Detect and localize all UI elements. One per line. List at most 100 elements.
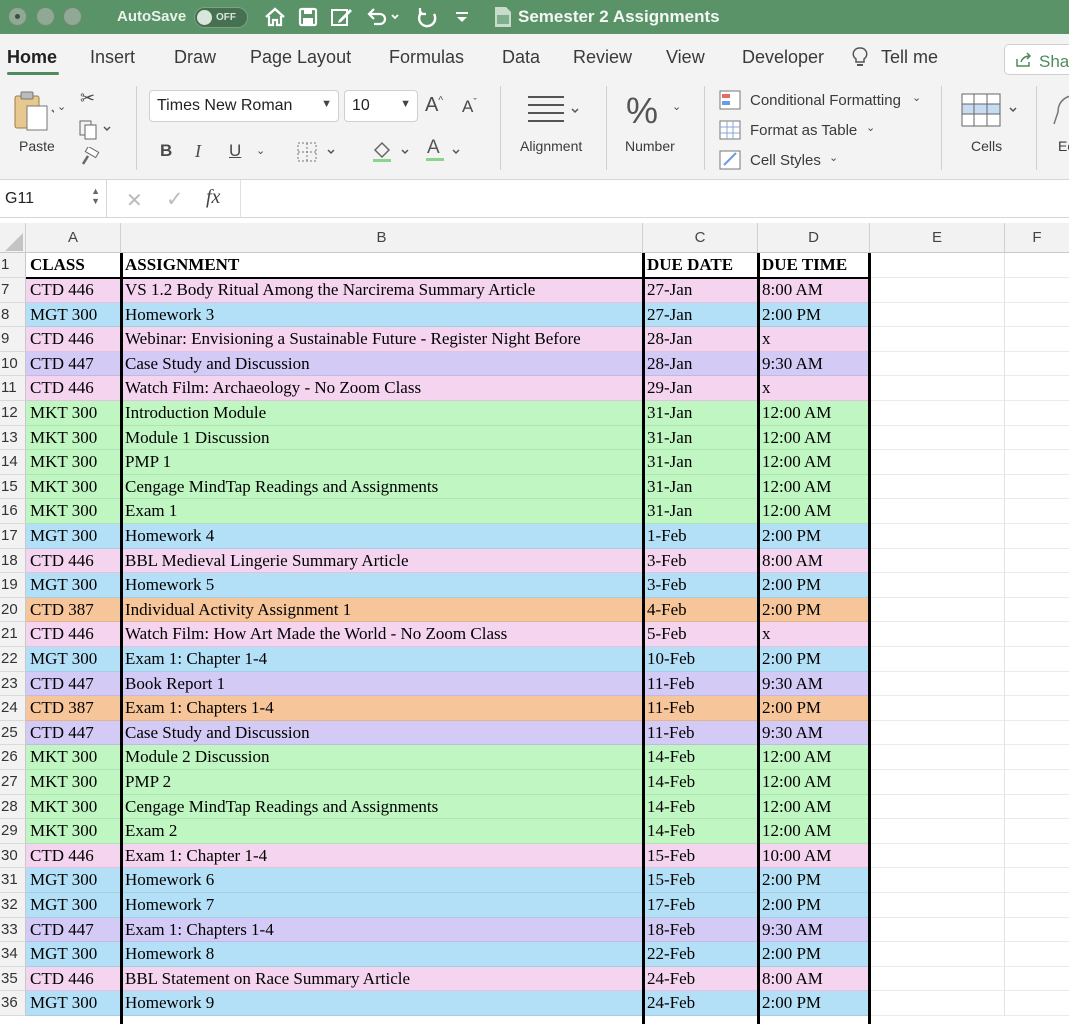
cell-due-time[interactable]: 2:00 PM xyxy=(758,573,870,598)
cell-due-date[interactable]: 3-Feb xyxy=(643,573,758,598)
paste-options-chevron-icon[interactable]: ⌄ xyxy=(57,100,66,113)
increase-font-size-icon[interactable]: A^ xyxy=(425,94,443,117)
row-number[interactable]: 14 xyxy=(0,450,26,475)
empty-cell[interactable] xyxy=(870,794,1005,820)
cell-due-date[interactable]: 11-Feb xyxy=(643,671,758,697)
cell-class[interactable]: MKT 300 xyxy=(26,499,121,524)
tab-home[interactable]: Home xyxy=(7,47,57,68)
cell-assignment[interactable]: Exam 1 xyxy=(121,499,643,524)
cell-assignment[interactable]: Homework 7 xyxy=(121,893,643,918)
empty-cell[interactable] xyxy=(870,622,1005,647)
cell-assignment[interactable]: PMP 1 xyxy=(121,450,643,475)
share-button[interactable]: Sha xyxy=(1004,44,1069,75)
cell-class[interactable]: MGT 300 xyxy=(26,302,121,328)
cell-class[interactable]: MGT 300 xyxy=(26,893,121,918)
formula-input[interactable] xyxy=(240,180,1069,218)
cell-assignment[interactable]: Homework 3 xyxy=(121,302,643,328)
cell-assignment[interactable]: BBL Medieval Lingerie Summary Article xyxy=(121,548,643,574)
column-header-b[interactable]: B xyxy=(121,223,643,253)
cell-due-time[interactable]: 2:00 PM xyxy=(758,302,870,328)
header-cell-assignment[interactable]: ASSIGNMENT xyxy=(121,253,643,278)
underline-options-chevron-icon[interactable]: ⌄ xyxy=(256,144,265,157)
cell-due-date[interactable]: 31-Jan xyxy=(643,499,758,524)
empty-cell[interactable] xyxy=(870,524,1005,549)
cell-due-time[interactable]: 9:30 AM xyxy=(758,720,870,746)
cell-due-time[interactable]: x xyxy=(758,622,870,647)
column-header-e[interactable]: E xyxy=(870,223,1005,253)
cell-assignment[interactable]: Watch Film: How Art Made the World - No … xyxy=(121,622,643,647)
cell-due-time[interactable]: 2:00 PM xyxy=(758,647,870,672)
customize-icon[interactable] xyxy=(453,4,471,30)
cell-assignment[interactable]: Exam 2 xyxy=(121,819,643,844)
empty-cell[interactable] xyxy=(870,425,1005,451)
cell-due-date[interactable]: 1-Feb xyxy=(643,524,758,549)
empty-cell[interactable] xyxy=(1005,352,1069,377)
cell-due-time[interactable]: 12:00 AM xyxy=(758,745,870,770)
empty-cell[interactable] xyxy=(870,868,1005,893)
close-window-button[interactable] xyxy=(8,7,27,26)
alignment-icon[interactable] xyxy=(524,93,586,132)
empty-cell[interactable] xyxy=(1005,426,1069,451)
row-number[interactable]: 27 xyxy=(0,770,26,795)
redo-icon[interactable] xyxy=(415,4,441,30)
cell-due-time[interactable]: 2:00 PM xyxy=(758,942,870,967)
cell-class[interactable]: MKT 300 xyxy=(26,819,121,844)
cell-due-date[interactable]: 24-Feb xyxy=(643,966,758,992)
cell-due-date[interactable]: 29-Jan xyxy=(643,376,758,401)
spreadsheet-grid[interactable]: A B C D E F 1 CLASS ASSIGNMENT DUE DATE … xyxy=(0,223,1069,1024)
cell-due-time[interactable]: 8:00 AM xyxy=(758,278,870,303)
row-number[interactable]: 15 xyxy=(0,474,26,500)
empty-cell[interactable] xyxy=(1005,573,1069,598)
cell-due-time[interactable]: 12:00 AM xyxy=(758,401,870,426)
cell-due-time[interactable]: 2:00 PM xyxy=(758,524,870,549)
cell-class[interactable]: CTD 446 xyxy=(26,376,121,401)
cell-class[interactable]: CTD 446 xyxy=(26,548,121,574)
cell-class[interactable]: CTD 446 xyxy=(26,966,121,992)
cell-class[interactable]: MKT 300 xyxy=(26,401,121,426)
empty-cell[interactable] xyxy=(1005,647,1069,672)
empty-cell[interactable] xyxy=(1005,303,1069,328)
cell-assignment[interactable]: Cengage MindTap Readings and Assignments xyxy=(121,474,643,500)
empty-cell[interactable] xyxy=(870,278,1005,303)
empty-cell[interactable] xyxy=(1005,918,1069,943)
zoom-window-button[interactable] xyxy=(63,7,82,26)
cell-due-date[interactable]: 10-Feb xyxy=(643,647,758,672)
row-number[interactable]: 8 xyxy=(0,302,26,328)
cell-class[interactable]: CTD 446 xyxy=(26,843,121,869)
tab-developer[interactable]: Developer xyxy=(742,47,824,68)
empty-cell[interactable] xyxy=(870,966,1005,992)
cell-due-date[interactable]: 4-Feb xyxy=(643,597,758,623)
header-cell-due-date[interactable]: DUE DATE xyxy=(643,253,758,278)
empty-cell[interactable] xyxy=(870,302,1005,328)
number-format-chevron-icon[interactable]: ⌄ xyxy=(672,100,681,113)
fill-color-icon[interactable] xyxy=(370,138,414,169)
cell-class[interactable]: MKT 300 xyxy=(26,450,121,475)
cell-due-date[interactable]: 14-Feb xyxy=(643,794,758,820)
italic-icon[interactable]: I xyxy=(195,141,201,162)
empty-cell[interactable] xyxy=(1005,696,1069,721)
row-number[interactable]: 9 xyxy=(0,327,26,352)
header-cell-class[interactable]: CLASS xyxy=(26,253,121,278)
empty-cell[interactable] xyxy=(870,499,1005,524)
tab-view[interactable]: View xyxy=(666,47,705,68)
column-header-f[interactable]: F xyxy=(1005,223,1069,253)
empty-cell[interactable] xyxy=(1005,450,1069,475)
empty-cell[interactable] xyxy=(870,351,1005,377)
cancel-icon[interactable]: ✕ xyxy=(126,188,143,213)
row-number[interactable]: 28 xyxy=(0,794,26,820)
cell-class[interactable]: CTD 447 xyxy=(26,720,121,746)
empty-cell[interactable] xyxy=(870,573,1005,598)
row-number[interactable]: 7 xyxy=(0,278,26,303)
autosave-toggle[interactable]: OFF xyxy=(194,7,248,28)
empty-cell[interactable] xyxy=(1005,745,1069,770)
cell-class[interactable]: CTD 447 xyxy=(26,917,121,943)
cell-due-date[interactable]: 31-Jan xyxy=(643,401,758,426)
cell-assignment[interactable]: Book Report 1 xyxy=(121,671,643,697)
cell-assignment[interactable]: Watch Film: Archaeology - No Zoom Class xyxy=(121,376,643,401)
cell-assignment[interactable]: Individual Activity Assignment 1 xyxy=(121,597,643,623)
empty-cell[interactable] xyxy=(1005,401,1069,426)
cell-due-date[interactable]: 31-Jan xyxy=(643,425,758,451)
cell-due-date[interactable]: 31-Jan xyxy=(643,450,758,475)
cell-assignment[interactable]: Webinar: Envisioning a Sustainable Futur… xyxy=(121,327,643,352)
cell-due-date[interactable]: 18-Feb xyxy=(643,917,758,943)
